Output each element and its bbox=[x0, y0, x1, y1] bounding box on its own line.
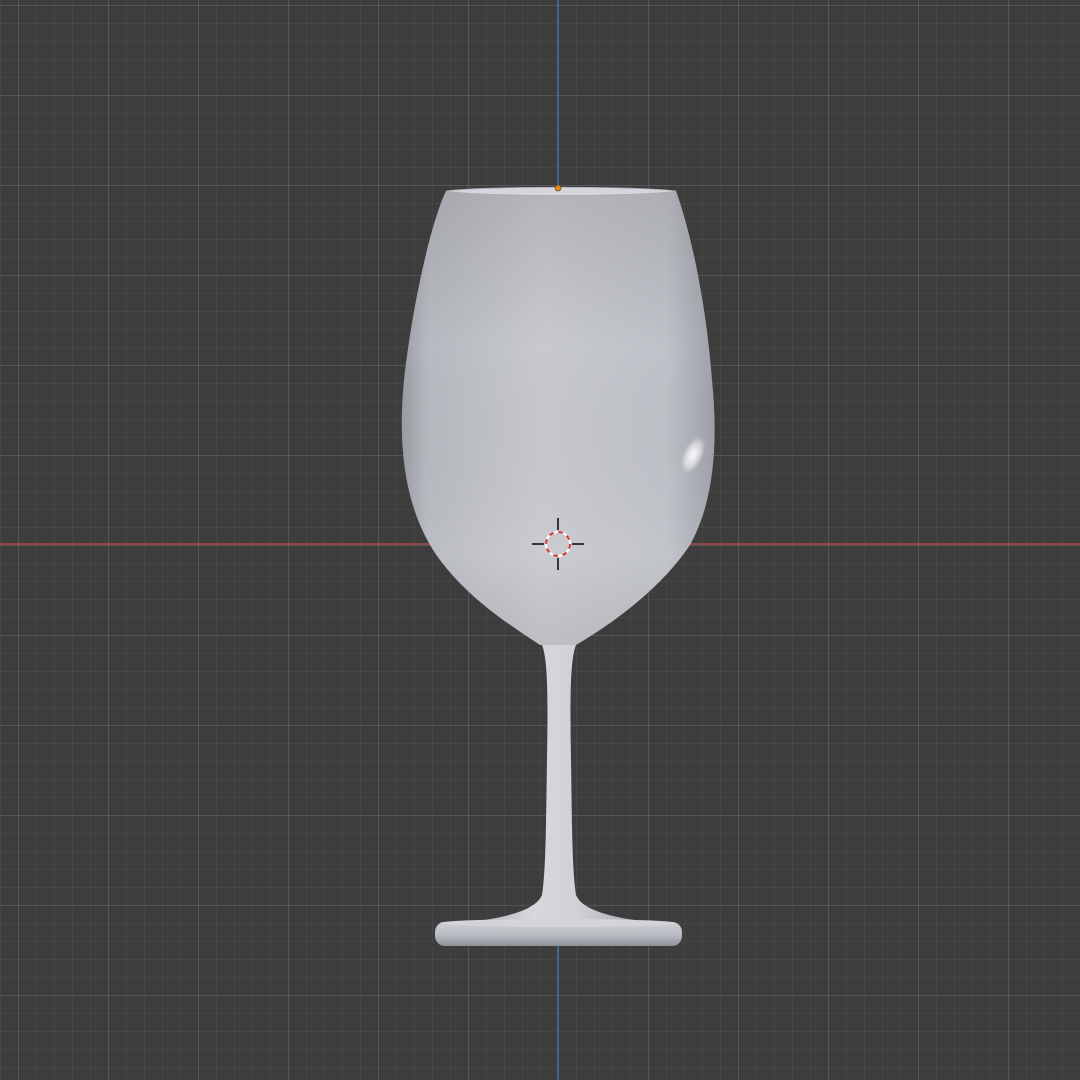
glass-foot[interactable] bbox=[435, 919, 682, 946]
glass-stem[interactable] bbox=[470, 645, 650, 922]
glass-bowl-shading bbox=[401, 187, 715, 645]
object-origin-dot[interactable] bbox=[554, 184, 562, 192]
viewport-canvas[interactable] bbox=[0, 0, 1080, 1080]
3d-viewport[interactable] bbox=[0, 0, 1080, 1080]
